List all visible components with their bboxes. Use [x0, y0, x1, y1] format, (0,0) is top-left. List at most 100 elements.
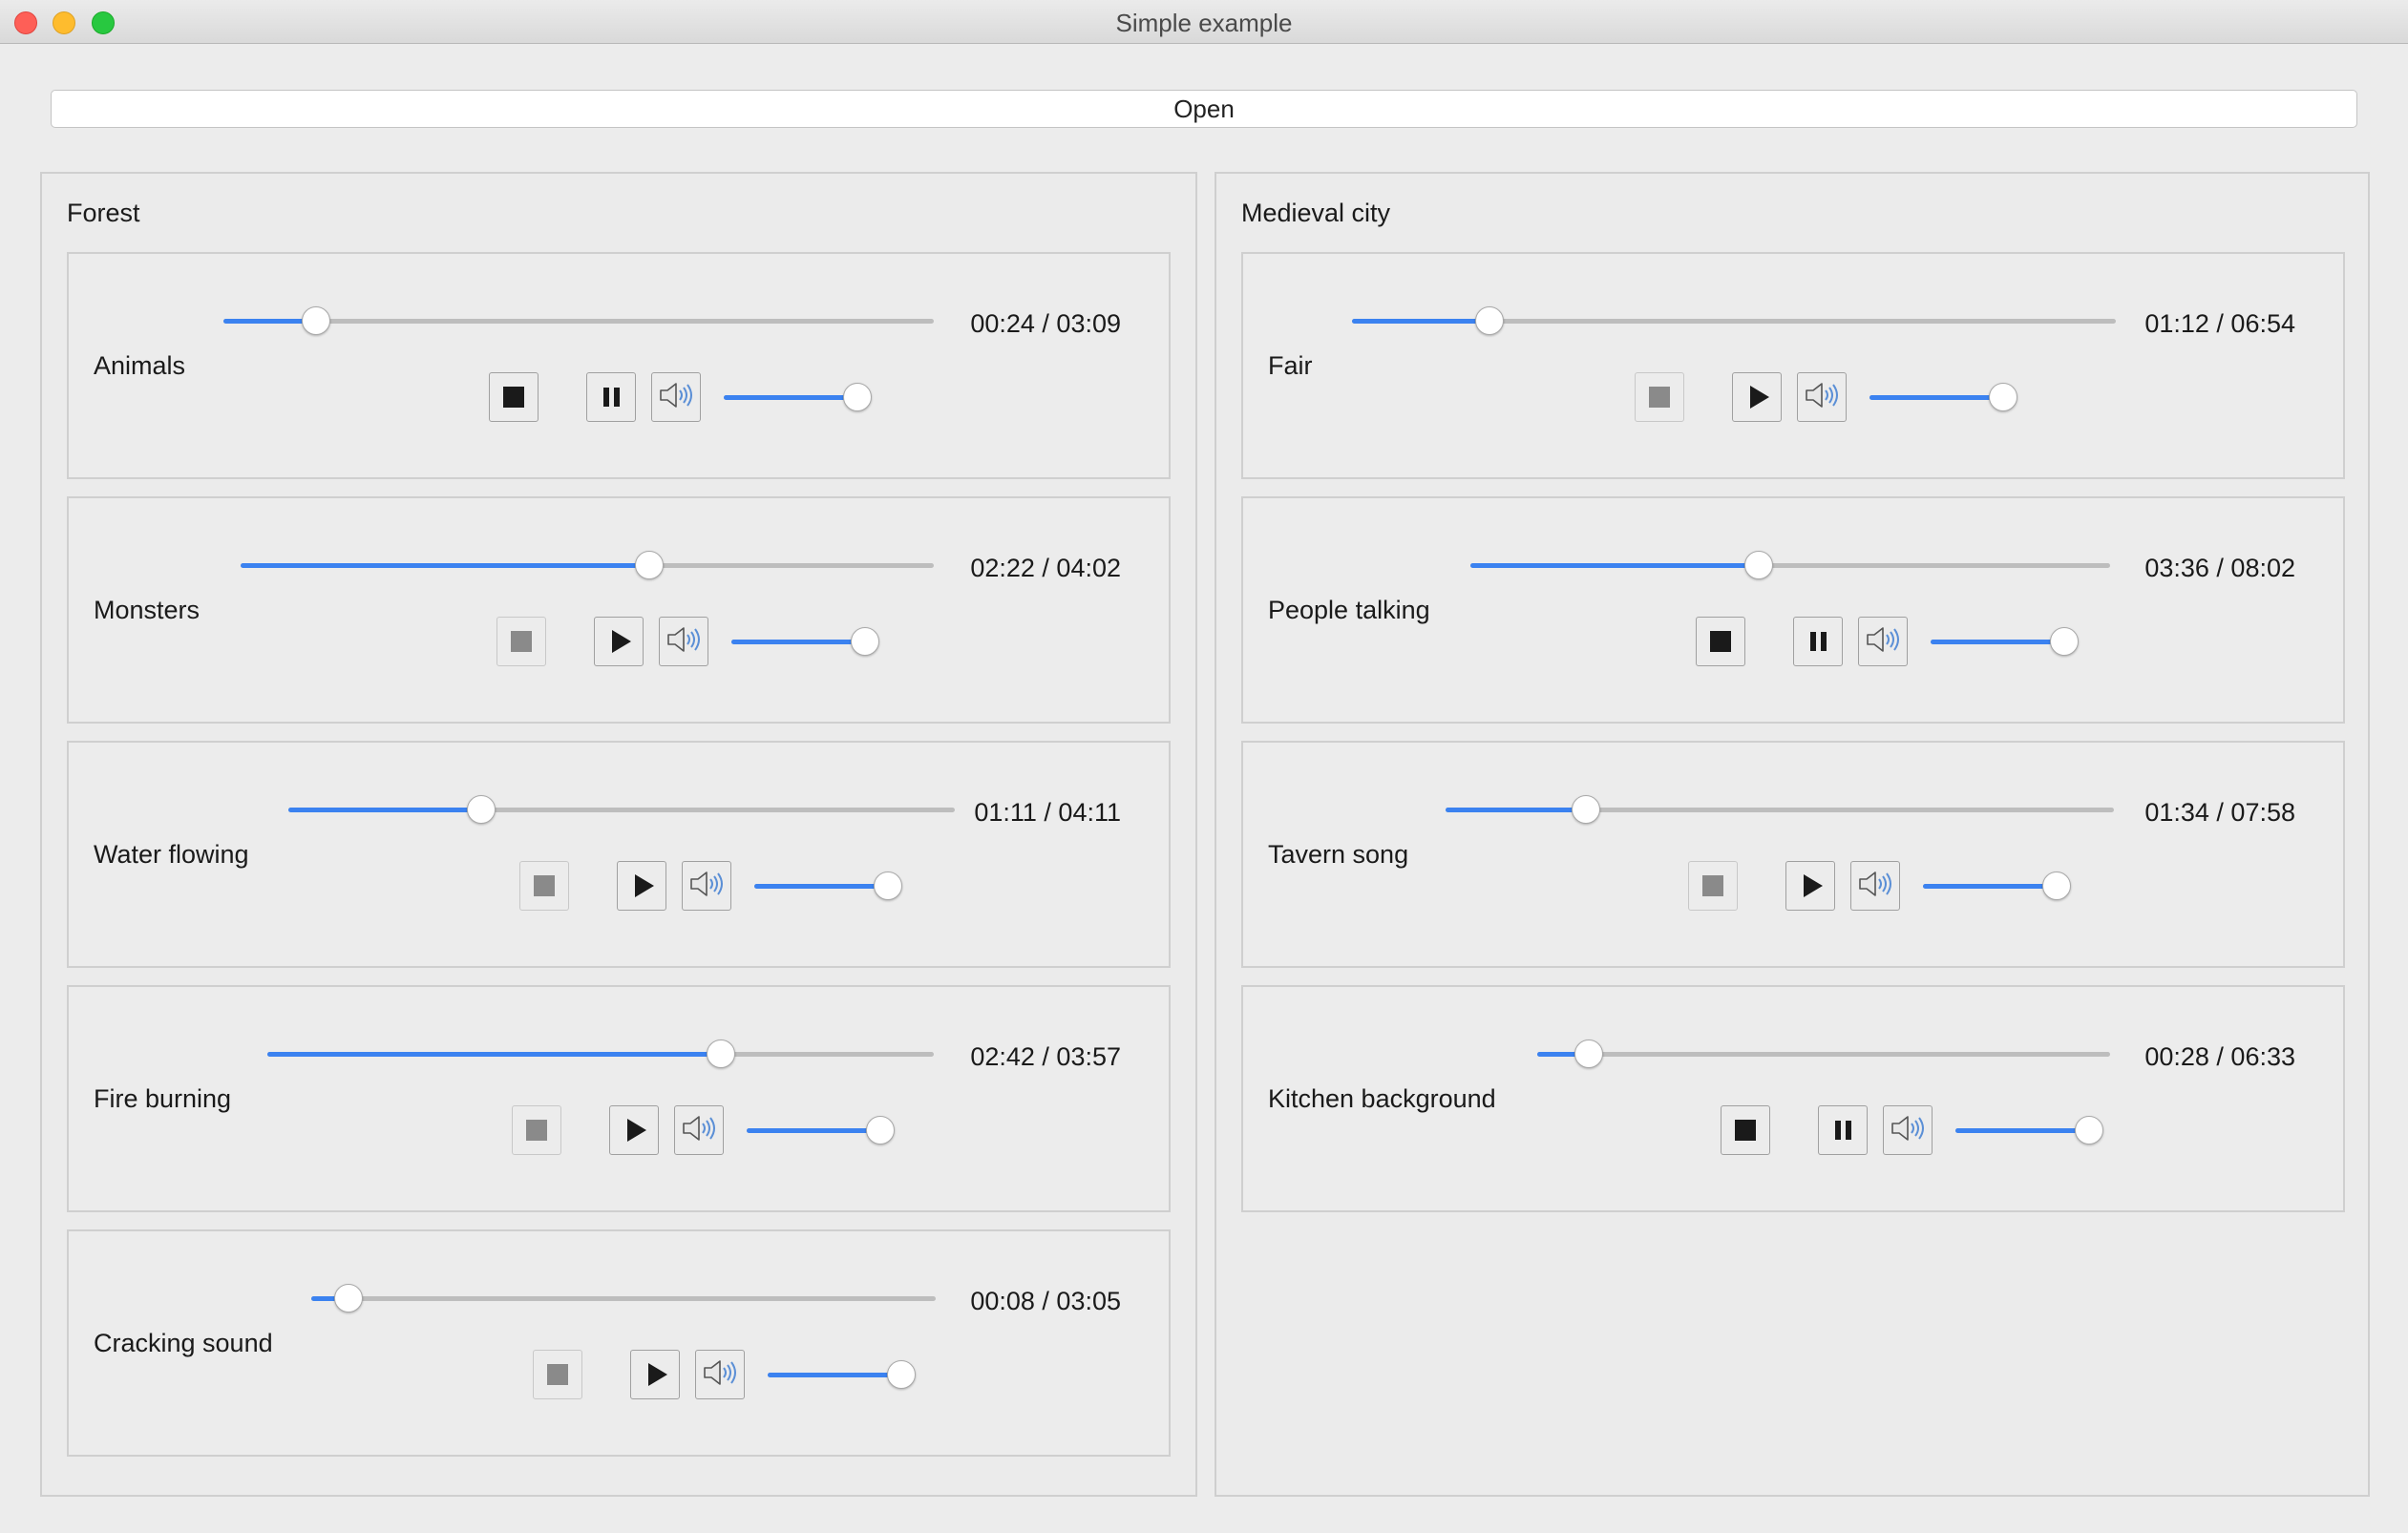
volume-slider[interactable]: [731, 627, 879, 656]
seek-slider[interactable]: [1352, 306, 2116, 335]
seek-slider[interactable]: [267, 1040, 934, 1068]
stop-button[interactable]: [533, 1350, 582, 1399]
volume-fill: [747, 1128, 880, 1133]
seek-handle[interactable]: [301, 306, 330, 335]
stop-button[interactable]: [512, 1105, 561, 1155]
volume-handle[interactable]: [843, 383, 872, 411]
seek-handle[interactable]: [1743, 551, 1773, 579]
stop-icon: [503, 387, 524, 408]
pause-button[interactable]: [586, 372, 636, 422]
seek-slider[interactable]: [241, 551, 934, 579]
mute-button[interactable]: [651, 372, 701, 422]
mute-button[interactable]: [682, 861, 731, 911]
stop-button[interactable]: [519, 861, 569, 911]
playback-controls: [1688, 861, 2343, 911]
volume-slider[interactable]: [768, 1360, 916, 1389]
track-panel: People talking 03:36 / 08:02: [1241, 496, 2345, 724]
stop-icon: [511, 631, 532, 652]
volume-handle[interactable]: [1989, 383, 2017, 411]
play-button[interactable]: [609, 1105, 659, 1155]
stop-button[interactable]: [1721, 1105, 1770, 1155]
track-panel: Water flowing 01:11 / 04:11: [67, 741, 1171, 968]
volume-fill: [754, 884, 888, 889]
track-name: Cracking sound: [94, 1329, 273, 1357]
track-panel: Cracking sound 00:08 / 03:05: [67, 1229, 1171, 1457]
stop-button[interactable]: [1696, 617, 1745, 666]
pause-button[interactable]: [1818, 1105, 1868, 1155]
seek-handle[interactable]: [467, 795, 496, 824]
seek-rail: [311, 1296, 936, 1301]
pause-button[interactable]: [1793, 617, 1843, 666]
play-icon: [611, 630, 631, 653]
mute-button[interactable]: [659, 617, 708, 666]
mute-button[interactable]: [1797, 372, 1847, 422]
seek-slider[interactable]: [1470, 551, 2110, 579]
stop-icon: [1735, 1120, 1756, 1141]
play-button[interactable]: [1732, 372, 1782, 422]
track-panel: Kitchen background 00:28 / 06:33: [1241, 985, 2345, 1212]
seek-handle[interactable]: [334, 1284, 364, 1312]
open-button[interactable]: Open: [51, 90, 2357, 128]
seek-handle[interactable]: [635, 551, 665, 579]
play-button[interactable]: [1785, 861, 1835, 911]
volume-slider[interactable]: [724, 383, 872, 411]
play-button[interactable]: [594, 617, 644, 666]
play-button[interactable]: [617, 861, 666, 911]
track-name: Tavern song: [1268, 840, 1409, 869]
speaker-icon: [658, 381, 694, 414]
volume-handle[interactable]: [851, 627, 879, 656]
volume-slider[interactable]: [1955, 1116, 2103, 1144]
volume-handle[interactable]: [2075, 1116, 2103, 1144]
volume-handle[interactable]: [2042, 872, 2071, 900]
time-display: 01:11 / 04:11: [974, 798, 1121, 827]
time-display: 02:42 / 03:57: [970, 1042, 1121, 1071]
volume-slider[interactable]: [1869, 383, 2017, 411]
seek-rail: [1537, 1052, 2110, 1057]
mute-button[interactable]: [1850, 861, 1900, 911]
speaker-icon: [688, 870, 725, 903]
seek-slider[interactable]: [1446, 795, 2114, 824]
mute-button[interactable]: [1883, 1105, 1933, 1155]
volume-slider[interactable]: [1923, 872, 2071, 900]
seek-handle[interactable]: [1574, 1040, 1603, 1068]
volume-slider[interactable]: [1931, 627, 2079, 656]
mute-button[interactable]: [1858, 617, 1908, 666]
seek-slider[interactable]: [311, 1284, 936, 1312]
seek-slider[interactable]: [223, 306, 934, 335]
seek-slider[interactable]: [1537, 1040, 2110, 1068]
forest-group: Forest Animals 00:24 / 03:09 Monsters 02:22…: [40, 172, 1197, 1497]
seek-slider[interactable]: [288, 795, 955, 824]
volume-handle[interactable]: [2050, 627, 2079, 656]
track-name: Fire burning: [94, 1084, 232, 1113]
volume-slider[interactable]: [754, 872, 902, 900]
mute-button[interactable]: [674, 1105, 724, 1155]
stop-icon: [547, 1364, 568, 1385]
track-panel: Fair 01:12 / 06:54: [1241, 252, 2345, 479]
playback-controls: [496, 617, 1169, 666]
stop-icon: [1649, 387, 1670, 408]
play-button[interactable]: [630, 1350, 680, 1399]
seek-fill: [241, 563, 650, 568]
stop-icon: [1710, 631, 1731, 652]
seek-handle[interactable]: [1475, 306, 1504, 335]
time-display: 00:24 / 03:09: [970, 309, 1121, 338]
volume-handle[interactable]: [887, 1360, 916, 1389]
mute-button[interactable]: [695, 1350, 745, 1399]
seek-fill: [267, 1052, 721, 1057]
medieval-city-group: Medieval city Fair 01:12 / 06:54 People ta…: [1215, 172, 2370, 1497]
play-icon: [626, 1119, 646, 1142]
stop-button[interactable]: [1688, 861, 1738, 911]
volume-handle[interactable]: [866, 1116, 895, 1144]
stop-button[interactable]: [496, 617, 546, 666]
volume-handle[interactable]: [874, 872, 902, 900]
playback-controls: [1721, 1105, 2343, 1155]
pause-icon: [1809, 632, 1827, 651]
stop-button[interactable]: [1635, 372, 1684, 422]
stop-button[interactable]: [489, 372, 539, 422]
pause-icon: [602, 388, 620, 407]
seek-handle[interactable]: [1572, 795, 1600, 824]
volume-slider[interactable]: [747, 1116, 895, 1144]
play-icon: [1803, 874, 1823, 897]
seek-handle[interactable]: [706, 1040, 735, 1068]
seek-fill: [288, 808, 482, 812]
